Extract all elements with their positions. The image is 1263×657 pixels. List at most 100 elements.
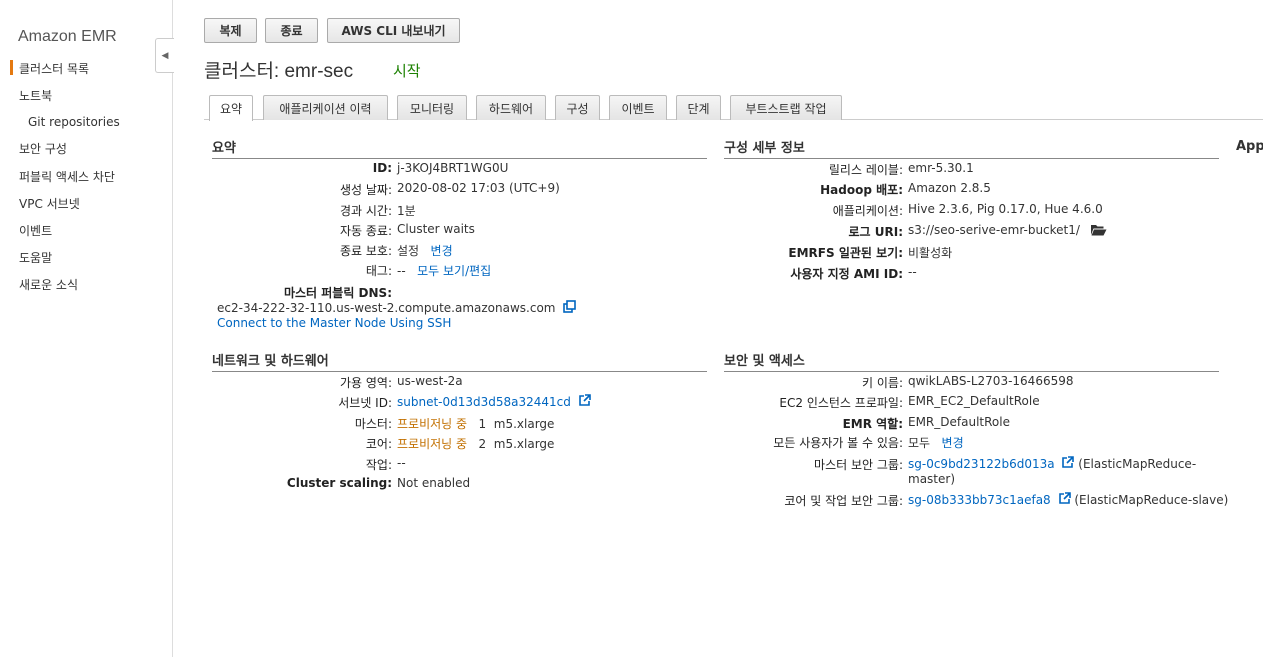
master-node-status: 프로비저닝 중 [397, 417, 468, 431]
master-security-group-name-cont: master) [908, 472, 955, 486]
emrfs-consistent-view-value: 비활성화 [908, 246, 953, 260]
sidebar-item-whats-new[interactable]: 새로운 소식 [19, 276, 78, 293]
tab-steps[interactable]: 단계 [676, 95, 721, 120]
task-node-label: 작업: [365, 458, 392, 472]
sidebar-collapse-button[interactable]: ◀ [155, 38, 174, 73]
ec2-instance-profile-value: EMR_EC2_DefaultRole [908, 394, 1040, 408]
tab-monitoring[interactable]: 모니터링 [397, 95, 467, 120]
sidebar-item-clusters[interactable]: 클러스터 목록 [9, 60, 89, 77]
chevron-left-icon: ◀ [161, 50, 169, 61]
terminate-button[interactable]: 종료 [265, 18, 318, 43]
sidebar-item-security-config[interactable]: 보안 구성 [19, 140, 67, 157]
master-dns-value: ec2-34-222-32-110.us-west-2.compute.amaz… [217, 300, 577, 315]
external-link-icon[interactable] [1058, 492, 1071, 505]
master-node-label: 마스터: [354, 417, 392, 431]
sidebar-item-vpc-subnets[interactable]: VPC 서브넷 [19, 195, 80, 212]
log-uri-text: s3://seo-serive-emr-bucket1/ [908, 223, 1080, 237]
tags-label: 태그: [365, 264, 392, 278]
sidebar-item-events[interactable]: 이벤트 [19, 222, 52, 239]
master-security-group-label: 마스터 보안 그룹: [814, 458, 903, 472]
core-node-status: 프로비저닝 중 [397, 437, 468, 451]
ec2-instance-profile-label: EC2 인스턴스 프로파일: [779, 396, 903, 410]
creation-date-label: 생성 날짜: [339, 183, 392, 197]
master-node-value: 프로비저닝 중 1 m5.xlarge [397, 415, 554, 432]
tab-events[interactable]: 이벤트 [609, 95, 667, 120]
emr-role-label: EMR 역할: [842, 417, 903, 431]
core-node-label: 코어: [365, 437, 392, 451]
sidebar-item-help[interactable]: 도움말 [19, 249, 52, 266]
elapsed-time-value: 1분 [397, 204, 416, 218]
tab-application-history[interactable]: 애플리케이션 이력 [263, 95, 388, 120]
app-panel-title: App [1236, 139, 1263, 154]
aws-cli-export-button[interactable]: AWS CLI 내보내기 [327, 18, 460, 43]
emrfs-consistent-view-label: EMRFS 일관된 보기: [788, 246, 903, 260]
core-task-security-group-value: sg-08b333bb73c1aefa8 (ElasticMapReduce-s… [908, 492, 1228, 507]
sidebar-item-block-public-access[interactable]: 퍼블릭 액세스 차단 [19, 168, 115, 185]
key-name-label: 키 이름: [862, 376, 903, 390]
external-link-icon[interactable] [1061, 456, 1075, 469]
auto-termination-value: Cluster waits [397, 222, 475, 236]
tags-state: -- [397, 264, 406, 278]
external-link-icon[interactable] [578, 394, 591, 407]
connect-ssh-link[interactable]: Connect to the Master Node Using SSH [217, 316, 451, 330]
custom-ami-id-value: -- [908, 265, 917, 279]
release-label-value: emr-5.30.1 [908, 161, 974, 175]
hadoop-distribution-label: Hadoop 배포: [820, 183, 903, 197]
folder-open-icon[interactable] [1090, 223, 1107, 236]
cluster-scaling-label: Cluster scaling: [286, 476, 392, 490]
visible-to-all-users-change-link[interactable]: 변경 [942, 436, 964, 450]
creation-date-value: 2020-08-02 17:03 (UTC+9) [397, 181, 560, 195]
core-task-security-group-link[interactable]: sg-08b333bb73c1aefa8 [908, 493, 1051, 507]
clone-button[interactable]: 복제 [204, 18, 257, 43]
elapsed-time-label: 경과 시간: [339, 204, 392, 218]
sidebar: Amazon EMR 클러스터 목록 노트북 Git repositories … [0, 0, 173, 657]
release-label-label: 릴리스 레이블: [828, 163, 903, 177]
tab-hardware[interactable]: 하드웨어 [476, 95, 546, 120]
cluster-scaling-value: Not enabled [397, 476, 471, 490]
sidebar-item-notebooks[interactable]: 노트북 [19, 87, 52, 104]
cluster-id-value: j-3KOJ4BRT1WG0U [397, 161, 509, 175]
applications-value: Hive 2.3.6, Pig 0.17.0, Hue 4.6.0 [908, 202, 1103, 216]
applications-label: 애플리케이션: [832, 204, 903, 218]
master-node-instances: 1 m5.xlarge [478, 417, 555, 431]
cluster-id-label: ID: [372, 161, 392, 175]
sidebar-item-git-repositories[interactable]: Git repositories [28, 115, 120, 129]
config-section-title: 구성 세부 정보 [724, 137, 1219, 159]
key-name-value: qwikLABS-L2703-16466598 [908, 374, 1074, 388]
visible-to-all-users-label: 모든 사용자가 볼 수 있음: [773, 436, 903, 450]
master-security-group-value: sg-0c9bd23122b6d013a (ElasticMapReduce- [908, 456, 1196, 471]
master-security-group-link[interactable]: sg-0c9bd23122b6d013a [908, 457, 1055, 471]
summary-section-title: 요약 [212, 137, 707, 159]
tags-value: -- 모두 보기/편집 [397, 262, 491, 279]
log-uri-value: s3://seo-serive-emr-bucket1/ [908, 223, 1107, 237]
subnet-id-link[interactable]: subnet-0d13d3d58a32441cd [397, 395, 571, 409]
termination-protection-label: 종료 보호: [339, 244, 392, 258]
copy-icon[interactable] [563, 300, 577, 313]
tab-bootstrap-actions[interactable]: 부트스트랩 작업 [730, 95, 842, 120]
visible-to-all-users-value: 모두 변경 [908, 434, 964, 451]
task-node-value: -- [397, 456, 406, 470]
core-node-value: 프로비저닝 중 2 m5.xlarge [397, 435, 554, 452]
log-uri-label: 로그 URI: [848, 225, 903, 239]
sidebar-title[interactable]: Amazon EMR [18, 28, 117, 46]
core-task-security-group-label: 코어 및 작업 보안 그룹: [784, 494, 903, 508]
hadoop-distribution-value: Amazon 2.8.5 [908, 181, 991, 195]
core-task-security-group-name: (ElasticMapReduce-slave) [1074, 493, 1229, 507]
core-node-instances: 2 m5.xlarge [478, 437, 555, 451]
tab-configurations[interactable]: 구성 [555, 95, 600, 120]
availability-zone-value: us-west-2a [397, 374, 463, 388]
tab-summary[interactable]: 요약 [209, 95, 253, 121]
emr-role-value: EMR_DefaultRole [908, 415, 1010, 429]
availability-zone-label: 가용 영역: [339, 376, 392, 390]
master-dns-text: ec2-34-222-32-110.us-west-2.compute.amaz… [217, 301, 556, 315]
termination-protection-value: 설정 변경 [397, 242, 453, 259]
security-section-title: 보안 및 액세스 [724, 350, 1219, 372]
network-section-title: 네트워크 및 하드웨어 [212, 350, 707, 372]
termination-protection-change-link[interactable]: 변경 [431, 244, 453, 258]
master-dns-label: 마스터 퍼블릭 DNS: [283, 286, 392, 300]
status-badge: 시작 [393, 62, 421, 80]
visible-to-all-users-state: 모두 [908, 436, 931, 450]
page-title: 클러스터: emr-sec [204, 61, 354, 82]
tags-view-edit-link[interactable]: 모두 보기/편집 [417, 264, 491, 278]
subnet-id-value: subnet-0d13d3d58a32441cd [397, 394, 591, 409]
